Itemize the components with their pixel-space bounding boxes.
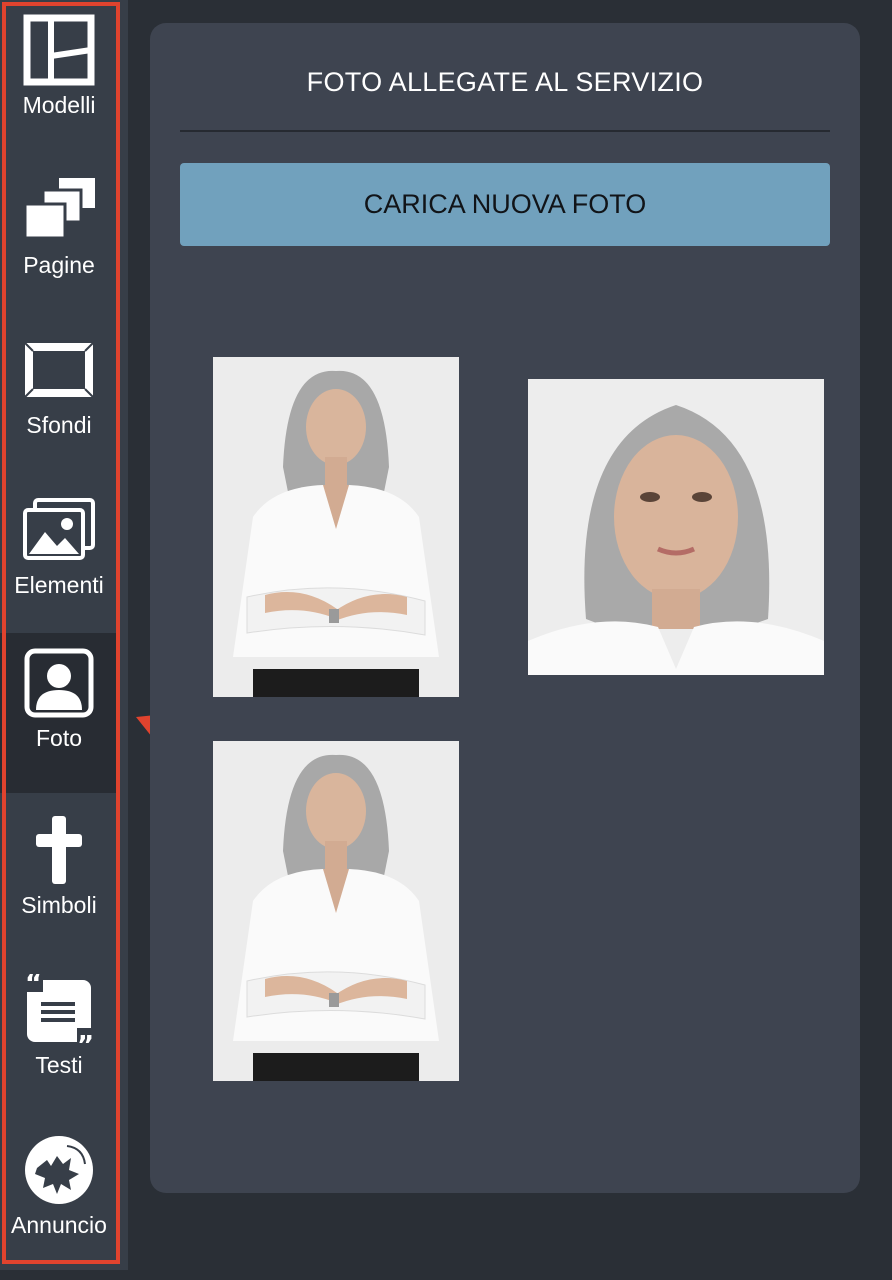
sidebar-item-testi[interactable]: “ ” Testi — [0, 960, 118, 1120]
sidebar: Modelli Pagine Sfondi Elementi Foto Simb… — [0, 0, 128, 1270]
sidebar-item-elementi[interactable]: Elementi — [0, 480, 118, 640]
images-icon — [21, 492, 97, 568]
sidebar-item-label: Simboli — [21, 892, 97, 918]
leaf-badge-icon — [21, 1132, 97, 1208]
photo-thumbnail[interactable] — [213, 357, 459, 697]
sidebar-item-sfondi[interactable]: Sfondi — [0, 320, 118, 480]
sidebar-item-annuncio[interactable]: Annuncio — [0, 1120, 118, 1280]
sidebar-item-label: Pagine — [23, 252, 95, 278]
sidebar-item-label: Sfondi — [26, 412, 92, 438]
upload-photo-button[interactable]: CARICA NUOVA FOTO — [180, 163, 830, 246]
pages-icon — [21, 172, 97, 248]
svg-text:”: ” — [77, 1031, 94, 1046]
sidebar-item-label: Annuncio — [11, 1212, 107, 1238]
divider — [180, 130, 830, 132]
sidebar-item-foto[interactable]: Foto — [0, 633, 118, 793]
sidebar-item-label: Modelli — [22, 92, 96, 118]
sidebar-item-simboli[interactable]: Simboli — [0, 800, 118, 960]
frame-icon — [21, 332, 97, 408]
panel-title: FOTO ALLEGATE AL SERVIZIO — [306, 67, 704, 97]
svg-text:“: “ — [25, 974, 42, 999]
portrait-icon — [21, 645, 97, 721]
cross-icon — [21, 812, 97, 888]
quote-text-icon: “ ” — [21, 972, 97, 1048]
sidebar-item-label: Testi — [35, 1052, 83, 1078]
photo-panel: FOTO ALLEGATE AL SERVIZIO CARICA NUOVA F… — [150, 23, 860, 1193]
sidebar-item-label: Foto — [35, 725, 83, 751]
sidebar-item-pagine[interactable]: Pagine — [0, 160, 118, 320]
photo-thumbnail[interactable] — [213, 741, 459, 1081]
woman-arms-crossed-image — [213, 357, 459, 697]
photo-thumbnail[interactable] — [528, 379, 824, 675]
sidebar-item-label: Elementi — [14, 572, 104, 598]
woman-portrait-closeup-image — [528, 379, 824, 675]
layout-icon — [21, 12, 97, 88]
woman-arms-crossed-image — [213, 741, 459, 1081]
sidebar-item-modelli[interactable]: Modelli — [0, 0, 118, 160]
